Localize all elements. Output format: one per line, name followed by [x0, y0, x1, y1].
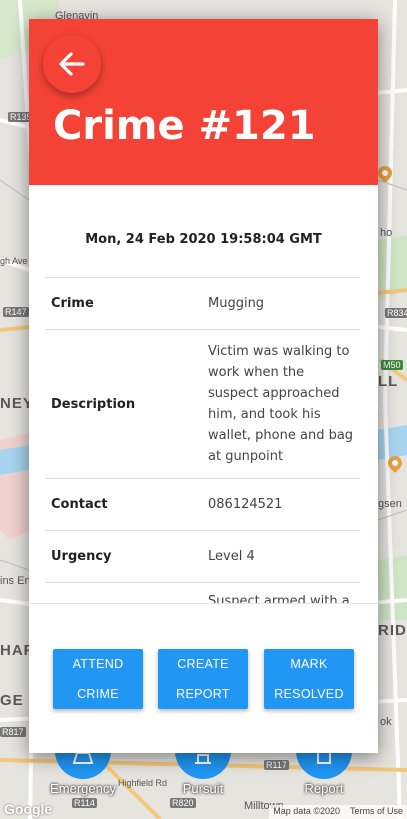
map-label-gsen: gsen: [378, 498, 402, 510]
contact-value: 086124521: [202, 478, 360, 531]
table-row: Contact 086124521: [45, 478, 360, 531]
arrow-left-icon: [59, 52, 85, 76]
details-scroll-area[interactable]: Mon, 24 Feb 2020 19:58:04 GMT Crime Mugg…: [29, 185, 378, 603]
nav-report-label: Report: [304, 781, 344, 796]
road-label-m50: M50: [381, 360, 403, 370]
road-label-r834: R834: [385, 308, 407, 318]
map-label-ok: ok: [380, 716, 392, 728]
map-label-ridg: RIDG: [378, 622, 407, 639]
map-attribution: Map data ©2020 Terms of Use: [269, 805, 407, 819]
table-row: Urgency Level 4: [45, 530, 360, 583]
map-label-ll: LL: [378, 373, 399, 390]
nav-emergency-label: Emergency: [50, 781, 116, 796]
dialog-header: Crime #121: [29, 19, 378, 185]
map-label-ge: GE: [0, 692, 24, 709]
map-data-text: Map data ©2020: [273, 806, 340, 816]
mark-resolved-button[interactable]: Mark Resolved: [264, 649, 354, 709]
urgency-value: Level 4: [202, 530, 360, 583]
terms-link[interactable]: Terms of Use: [350, 806, 403, 818]
crime-value: Mugging: [202, 277, 360, 330]
back-button[interactable]: [43, 35, 101, 93]
page-title: Crime #121: [53, 103, 316, 149]
map-label-ho: ho: [380, 227, 393, 239]
table-row: Crime Mugging: [45, 277, 360, 330]
urgency-label: Urgency: [45, 530, 202, 583]
table-row: Suspect armed with a: [45, 582, 360, 603]
details-table: Crime Mugging Description Victim was wal…: [45, 277, 360, 603]
crime-timestamp: Mon, 24 Feb 2020 19:58:04 GMT: [85, 232, 322, 247]
extra-value: Suspect armed with a: [202, 582, 360, 603]
contact-label: Contact: [45, 478, 202, 531]
table-row: Description Victim was walking to work w…: [45, 329, 360, 479]
create-report-button[interactable]: Create Report: [158, 649, 248, 709]
crime-label: Crime: [45, 277, 202, 330]
description-value: Victim was walking to work when the susp…: [202, 329, 360, 479]
crime-detail-dialog: Crime #121 Mon, 24 Feb 2020 19:58:04 GMT…: [29, 19, 378, 753]
nav-pursuit-label: Pursuit: [182, 781, 224, 796]
extra-label: [45, 582, 202, 603]
map-label-gh-ave: gh Ave: [0, 256, 28, 266]
action-buttons: Attend Crime Create Report Mark Resolved: [53, 649, 355, 709]
road-label-r147: R147: [3, 307, 29, 317]
divider: [29, 603, 378, 604]
attend-crime-button[interactable]: Attend Crime: [53, 649, 143, 709]
description-label: Description: [45, 329, 202, 479]
